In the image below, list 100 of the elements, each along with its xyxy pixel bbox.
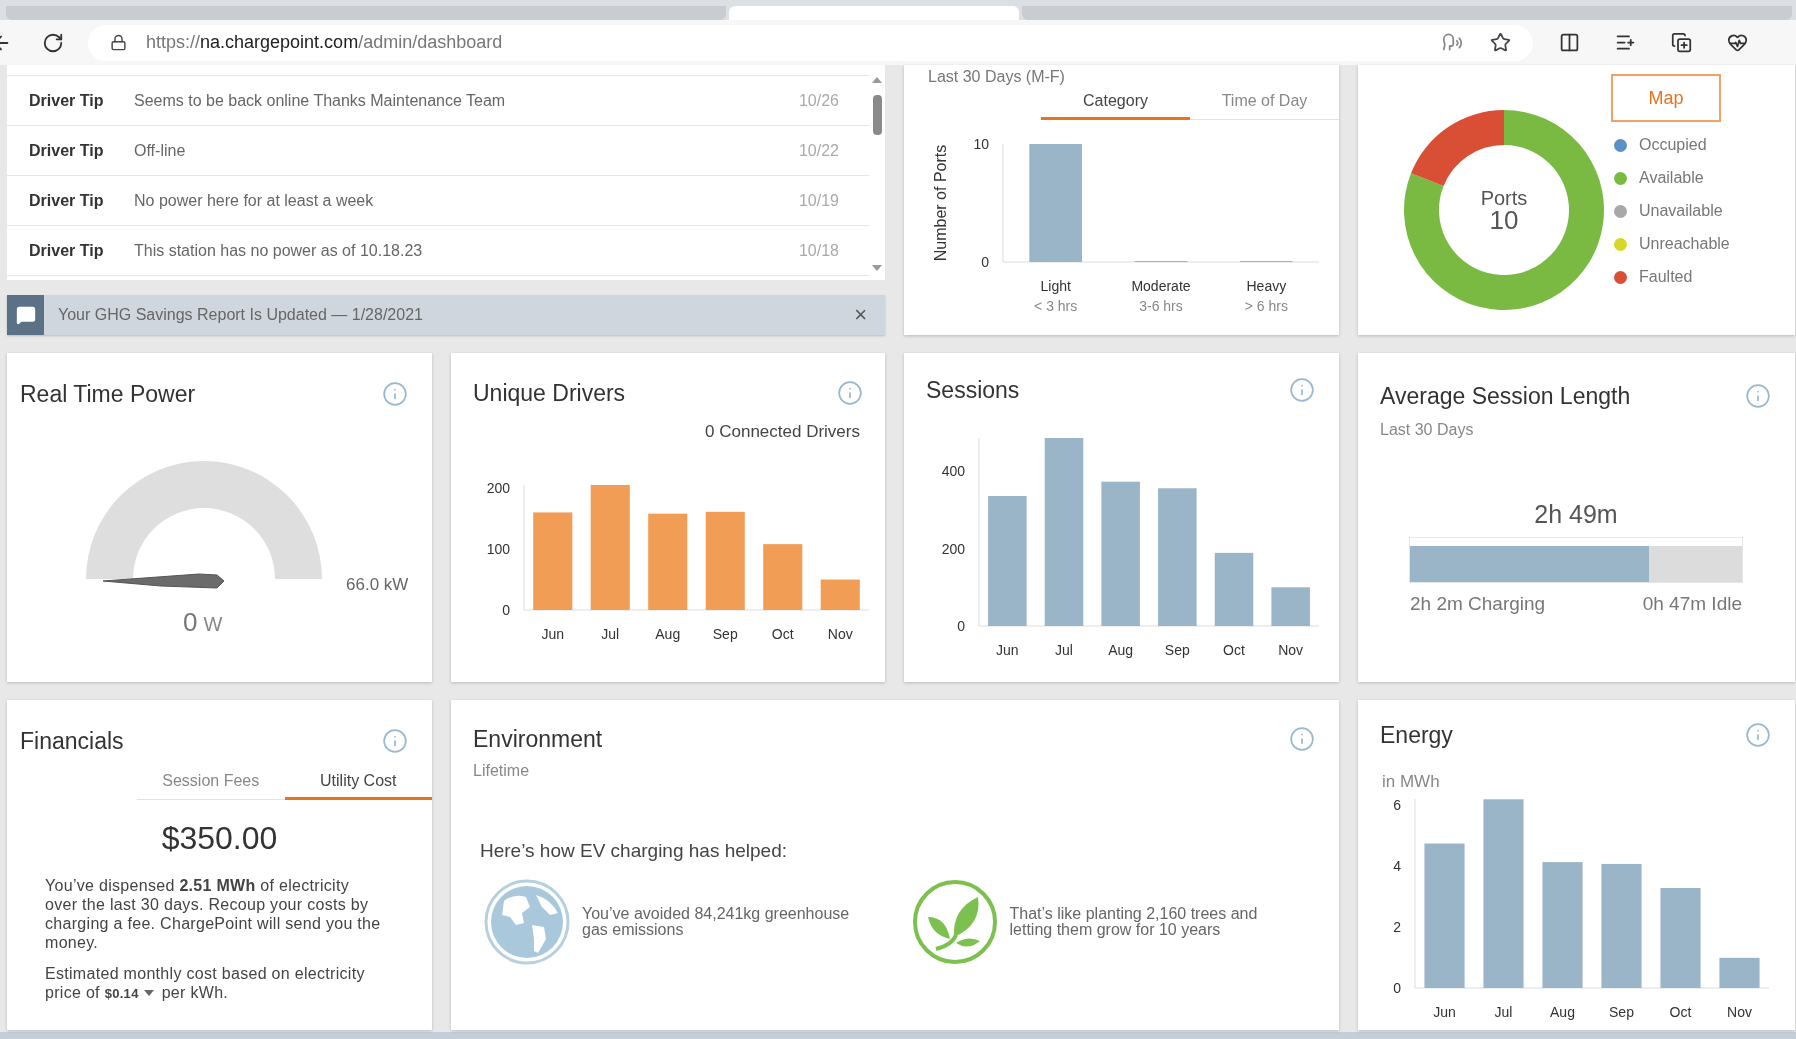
card-title: Average Session Length	[1380, 382, 1631, 411]
tip-date: 10/22	[798, 140, 839, 161]
tip-row[interactable]: Driver Tip No power here for at least a week 10/19	[7, 175, 869, 226]
axis-tick-label: 200	[941, 540, 965, 557]
card-title: Energy	[1380, 721, 1453, 750]
scroll-up-icon[interactable]	[872, 77, 882, 83]
tip-message: Seems to be back online Thanks Maintenance Team	[134, 90, 507, 111]
idle-time: 0h 47m Idle	[1642, 591, 1742, 616]
scroll-thumb[interactable]	[873, 95, 882, 135]
axis-category-label: Sep	[1609, 1004, 1634, 1020]
summary-text: You’ve dispensed 2.51 MWh of electricity over the last 30 days. Recoup your costs by charging a fee. ChargePoint will send you the money.	[45, 875, 382, 952]
axis-category-label: Nov	[1278, 642, 1304, 658]
axis-category-note: 3-6 hrs	[1139, 298, 1183, 314]
tip-type: Driver Tip	[29, 240, 105, 261]
axis-category-label: Nov	[827, 626, 853, 642]
axis-title: Number of Ports	[932, 144, 949, 262]
axis-category-label: Jun	[541, 626, 565, 642]
axis-tick-label: 200	[486, 480, 510, 497]
axis-category-label: Sep	[1164, 642, 1190, 658]
card-title: Unique Drivers	[473, 379, 626, 408]
star-icon[interactable]	[1490, 32, 1511, 53]
legend-label: Unavailable	[1639, 201, 1723, 221]
tip-type: Driver Tip	[29, 140, 105, 161]
tip-row[interactable]: Driver Tip Off-line 10/22	[7, 125, 869, 176]
tip-type: Driver Tip	[29, 90, 105, 111]
axis-category-note: > 6 hrs	[1244, 298, 1288, 314]
legend-label: Available	[1639, 168, 1704, 188]
url-text: https://na.chargepoint.com/admin/dashboard	[146, 31, 503, 54]
unit-label: in MWh	[1381, 770, 1441, 793]
globe-icon	[484, 879, 570, 965]
info-icon[interactable]	[1745, 383, 1771, 410]
power-unit: W	[203, 612, 223, 637]
axis-category-label: Sep	[712, 626, 738, 642]
card-subtitle: Last 30 Days (M-F)	[928, 67, 1065, 87]
power-value: 0	[183, 606, 198, 639]
session-total: 2h 49m	[1534, 499, 1618, 530]
tip-row[interactable]: Driver Tip This station has no power as of 10.18.23 10/18	[7, 225, 869, 276]
donut-label: Ports	[1480, 188, 1528, 208]
info-icon[interactable]	[1289, 726, 1315, 753]
info-icon[interactable]	[1289, 377, 1315, 404]
bar	[1719, 957, 1760, 988]
read-aloud-icon[interactable]	[1442, 32, 1463, 53]
axis-tick-label: 0	[1393, 980, 1401, 996]
environment-heading: Here’s how EV charging has helped:	[479, 838, 788, 863]
axis-category-label: Oct	[771, 626, 794, 642]
legend-label: Unreachable	[1639, 234, 1730, 254]
tab[interactable]: Utility Cost	[284, 768, 432, 800]
card-subtitle: Last 30 Days	[1379, 419, 1475, 440]
price-dropdown[interactable]: $0.14	[104, 983, 154, 1003]
tip-type: Driver Tip	[29, 190, 105, 211]
axis-category-label: Jun	[996, 642, 1019, 658]
axis-category-label: Oct	[1669, 1004, 1692, 1020]
info-icon[interactable]	[1745, 722, 1771, 749]
tip-message: Off-line	[134, 140, 187, 161]
axis-tick-label: 400	[941, 463, 965, 480]
axis-tick-label: 0	[981, 254, 989, 270]
axis-category-label: Moderate	[1131, 278, 1191, 294]
axis-tick-label: 2	[1393, 919, 1401, 936]
axis-category-label: Light	[1040, 278, 1071, 294]
fact-text: That’s like planting 2,160 trees and letting them grow for 10 years	[1009, 906, 1259, 938]
axis-category-label: Jul	[1494, 1004, 1513, 1020]
axis-category-label: Oct	[1223, 642, 1245, 658]
axis-tick-label: 10	[973, 136, 989, 152]
tab[interactable]: Category	[1041, 89, 1190, 120]
info-icon[interactable]	[382, 728, 408, 755]
axis-category-label: Jul	[1055, 642, 1073, 658]
info-icon[interactable]	[382, 381, 408, 408]
legend-label: Faulted	[1639, 267, 1693, 287]
axis-category-label: Jun	[1433, 1004, 1456, 1020]
axis-tick-label: 0	[957, 618, 965, 634]
axis-category-label: Aug	[1550, 1004, 1575, 1020]
tip-date: 10/18	[798, 240, 839, 261]
close-button[interactable]: ×	[854, 304, 867, 326]
axis-tick-label: 100	[486, 541, 510, 557]
axis-category-note: < 3 hrs	[1034, 298, 1078, 314]
gauge-max-label: 66.0 kW	[346, 574, 409, 596]
tab[interactable]: Session Fees	[137, 768, 285, 800]
amount: $350.00	[161, 819, 278, 856]
tip-row[interactable]: Driver Tip Seems to be back online Thanks Maintenance Team 10/26	[7, 75, 869, 126]
axis-tick-label: 0	[502, 602, 510, 618]
address-bar[interactable]: https://na.chargepoint.com/admin/dashboard	[88, 24, 1533, 61]
axis-category-label: Aug	[1108, 642, 1134, 658]
refresh-icon[interactable]	[42, 31, 64, 54]
leaf-icon	[911, 879, 998, 965]
scroll-down-icon[interactable]	[872, 265, 882, 271]
split-screen-icon[interactable]	[1559, 32, 1580, 53]
axis-tick-label: 6	[1393, 797, 1401, 814]
estimate-text: Estimated monthly cost based on electricity price of $0.14 per kWh.	[45, 963, 366, 1003]
axis-category-label: Nov	[1727, 1004, 1752, 1020]
connected-drivers-count: 0 Connected Drivers	[705, 420, 860, 443]
collections-icon[interactable]	[1671, 32, 1692, 53]
charging-time: 2h 2m Charging	[1410, 591, 1546, 616]
tip-message: No power here for at least a week	[134, 190, 375, 211]
card-title: Environment	[473, 725, 603, 754]
tab[interactable]: Time of Day	[1190, 89, 1339, 120]
info-icon[interactable]	[837, 380, 863, 407]
caret-icon	[143, 990, 154, 996]
notification-text: Your GHG Savings Report Is Updated — 1/28/2021	[58, 305, 424, 325]
tip-date: 10/26	[798, 90, 839, 111]
heart-pulse-icon[interactable]	[1727, 32, 1748, 53]
